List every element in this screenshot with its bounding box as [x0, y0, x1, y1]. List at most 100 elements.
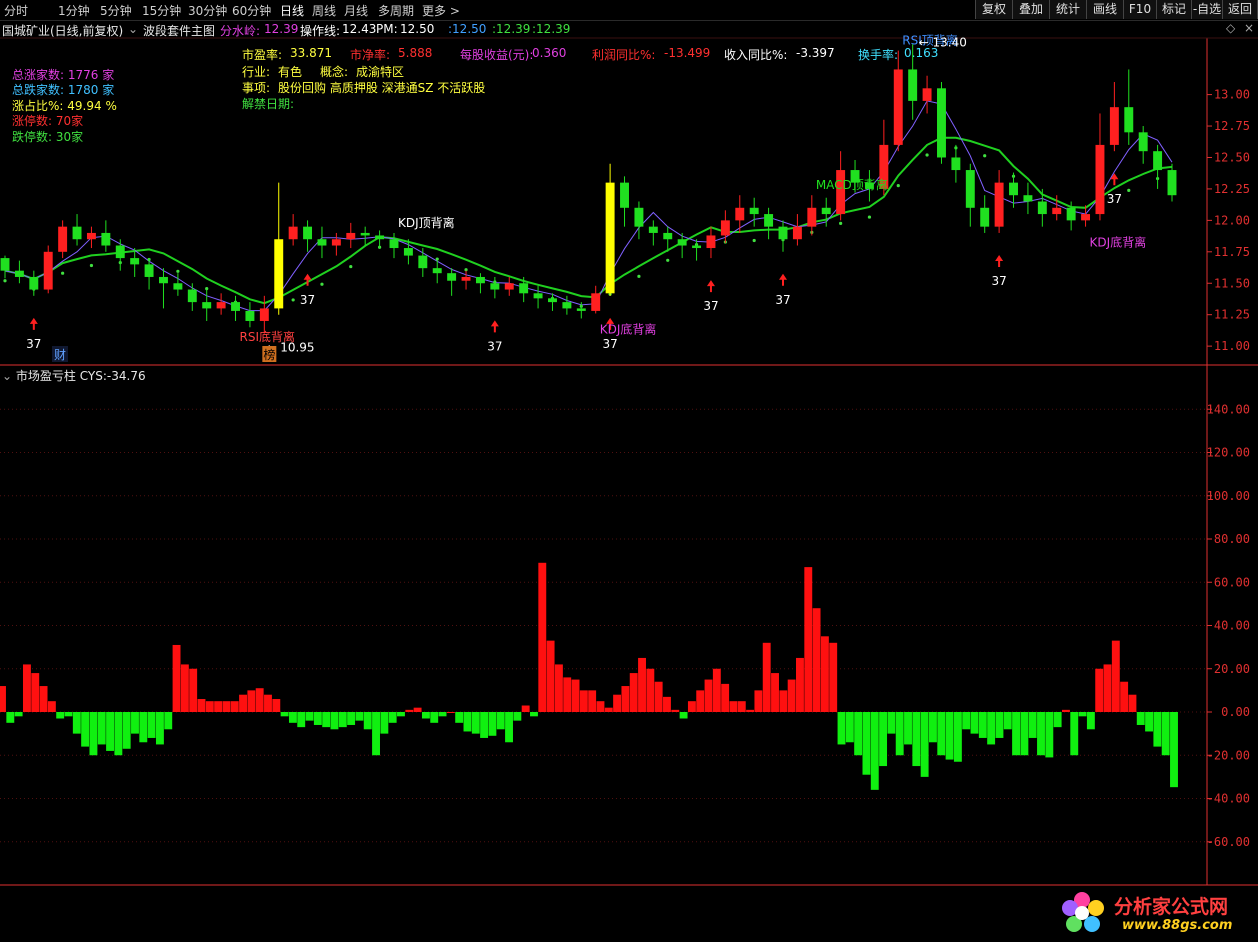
candle-body	[1009, 182, 1018, 196]
cys-tick-label: -60.00	[1207, 835, 1250, 849]
cys-bar	[671, 709, 680, 712]
candle-body	[461, 276, 471, 281]
cys-bar	[521, 705, 530, 712]
cys-tick-label: 0.00	[1221, 705, 1250, 719]
candle-body	[677, 239, 687, 246]
watermark: 分析家公式网 www.88gs.com	[1060, 884, 1258, 942]
cys-tick-label: 140.00	[1207, 402, 1250, 416]
cys-bar	[1086, 712, 1095, 730]
marker-label: 37	[487, 339, 502, 353]
cys-bar	[280, 712, 289, 717]
candle-body	[1037, 201, 1047, 215]
cys-bar	[571, 679, 580, 712]
candle-body	[389, 239, 399, 249]
cys-bar	[1095, 668, 1104, 712]
candle-body	[43, 251, 53, 290]
cys-bar	[1161, 712, 1170, 756]
candle-body	[1124, 107, 1134, 133]
cys-bar	[613, 694, 622, 712]
cys-bar	[920, 712, 929, 777]
marker-label: 37	[703, 299, 718, 313]
price-tick-label: 12.50	[1214, 150, 1250, 164]
cys-bar	[322, 712, 331, 728]
candle-body	[519, 283, 529, 294]
candle-body	[346, 232, 356, 240]
candle-body	[735, 207, 745, 221]
cys-bar	[771, 673, 779, 712]
candle-body	[1066, 207, 1076, 221]
cys-bar	[978, 712, 987, 738]
cys-bar	[804, 567, 813, 712]
candle-body	[58, 226, 68, 252]
cys-bar	[746, 709, 755, 712]
dot-line-point	[637, 274, 641, 278]
cys-bar	[1078, 712, 1087, 717]
candle-body	[706, 235, 716, 249]
candle-body	[159, 276, 168, 284]
cys-bar	[845, 712, 854, 743]
dot-line-point	[839, 221, 843, 225]
cys-bar	[421, 712, 430, 719]
cys-bar	[812, 608, 821, 712]
cys-bar	[480, 712, 489, 738]
candle-body	[360, 232, 370, 236]
price-tick-label: 11.75	[1214, 245, 1250, 259]
cys-bar	[962, 712, 971, 730]
candle-body	[778, 226, 788, 240]
cys-bar	[172, 644, 181, 712]
cys-bar	[629, 673, 638, 712]
cys-tick-label: 120.00	[1207, 446, 1250, 460]
price-tick-label: 12.00	[1214, 213, 1250, 227]
price-tick-label: 11.00	[1214, 339, 1250, 353]
cys-bar	[347, 712, 356, 725]
marker-label: 37	[1107, 192, 1122, 206]
cys-bar	[305, 712, 314, 721]
candle-body	[29, 276, 39, 290]
chart-canvas[interactable]: 13.00 12.75 12.50 12.25 12.00 11.75 11.50 11.25…	[0, 0, 1258, 942]
dot-line-point	[349, 264, 353, 269]
candle-body	[893, 69, 903, 145]
cys-bar	[397, 712, 405, 717]
cys-tick-label: 60.00	[1214, 575, 1250, 589]
marker-label: 37	[602, 337, 617, 351]
cys-bar	[372, 712, 380, 756]
up-arrow-icon	[1110, 173, 1119, 186]
cys-tick-label: -40.00	[1207, 792, 1250, 806]
price-tick-label: 11.50	[1214, 276, 1250, 290]
divergence-signal-label: MACD顶背离	[816, 177, 888, 192]
candle-body	[1095, 144, 1105, 215]
cys-bar	[72, 712, 81, 734]
cys-bar	[505, 712, 513, 743]
cys-tick-label: 80.00	[1214, 532, 1250, 546]
cys-bar	[488, 712, 497, 736]
cys-bar	[538, 562, 547, 712]
high-price-label: ← 13.40	[919, 35, 967, 49]
candle-body	[634, 207, 644, 227]
candle-body	[764, 214, 774, 227]
candle-body	[1109, 107, 1119, 145]
cys-bar	[147, 712, 156, 738]
cys-bar	[895, 712, 904, 756]
cys-bar	[654, 681, 663, 712]
price-tick-label: 11.25	[1214, 308, 1250, 322]
price-tick-label: 13.00	[1214, 88, 1250, 102]
cys-bar	[155, 712, 164, 745]
dot-line-point	[291, 298, 295, 302]
cys-bar	[197, 699, 206, 712]
candle-body	[447, 273, 457, 281]
candle-body	[0, 258, 10, 271]
candle-body	[418, 255, 428, 269]
cys-bar	[272, 699, 281, 712]
cys-bar	[513, 712, 522, 721]
cys-bar	[39, 686, 48, 712]
cys-bar	[1037, 712, 1045, 756]
dot-line-point	[752, 238, 756, 243]
cys-bar	[787, 679, 796, 712]
candle-body	[533, 293, 543, 299]
cys-bar	[837, 712, 846, 745]
candle-body	[86, 232, 96, 240]
candle-body	[965, 170, 975, 208]
candle-body	[475, 276, 485, 284]
candle-body	[490, 283, 500, 290]
cys-bar	[1103, 664, 1112, 712]
